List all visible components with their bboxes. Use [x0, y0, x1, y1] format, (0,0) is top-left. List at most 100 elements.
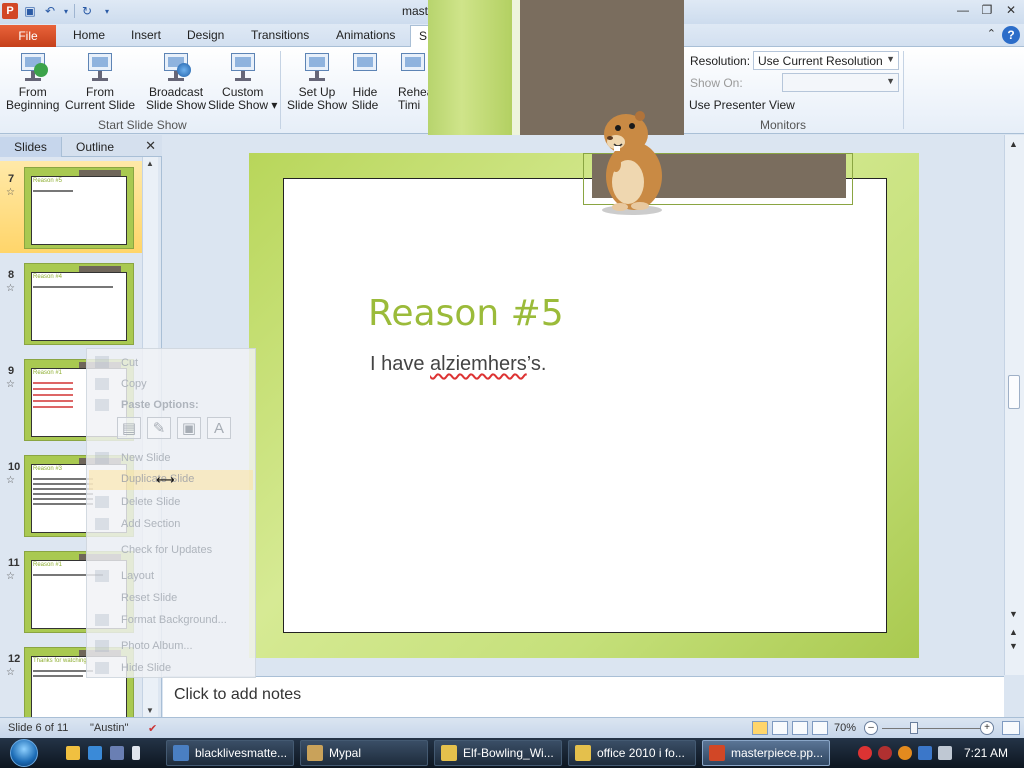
paste-source-icon[interactable]: ✎ — [147, 417, 171, 439]
slide-sorter-icon[interactable] — [772, 721, 788, 735]
minimize-ribbon-icon[interactable]: ⌃ — [987, 27, 996, 40]
menu-item-format-background[interactable]: Format Background... — [121, 614, 227, 626]
body-text-pre: I have — [370, 353, 431, 375]
fit-slide-icon[interactable] — [1002, 721, 1020, 735]
security-alert-icon[interactable] — [858, 746, 872, 760]
current-slide[interactable]: Reason #5 I have alziemhers’s. — [249, 153, 919, 658]
zoom-slider-knob[interactable] — [910, 722, 918, 734]
zoom-out-icon[interactable]: – — [864, 721, 878, 735]
tab-design[interactable]: Design — [187, 28, 224, 42]
scroll-up-icon[interactable]: ▲ — [1009, 139, 1018, 149]
scroll-thumb[interactable] — [1008, 375, 1020, 409]
slide-thumbnail[interactable]: 8 ☆ Reason #4 — [0, 257, 142, 349]
menu-item-cut[interactable]: Cut — [121, 357, 138, 369]
taskbar-button-active[interactable]: masterpiece.pp... — [702, 740, 830, 766]
folder-icon — [575, 745, 591, 761]
set-up-slide-show-button[interactable]: Set Up Slide Show — [287, 51, 347, 112]
menu-item-photo-album[interactable]: Photo Album... — [121, 640, 193, 652]
close-icon[interactable]: ✕ — [145, 138, 156, 154]
divider — [903, 51, 904, 129]
taskbar-button[interactable]: office 2010 i fo... — [568, 740, 696, 766]
customize-qat-icon[interactable]: ▾ — [99, 3, 115, 19]
search-icon[interactable] — [898, 746, 912, 760]
slide-vertical-scrollbar[interactable]: ▲ ▼ ▲ ▼ — [1004, 135, 1024, 675]
minimize-icon[interactable]: — — [956, 3, 970, 17]
menu-item-layout[interactable]: Layout — [121, 570, 154, 582]
volume-icon[interactable] — [938, 746, 952, 760]
previous-slide-icon[interactable]: ▲ — [1009, 627, 1018, 637]
help-icon[interactable]: ? — [1002, 26, 1020, 44]
slide-thumbnail[interactable]: 7 ☆ Reason #5 — [0, 161, 142, 253]
undo-dropdown-icon[interactable]: ▾ — [62, 3, 70, 19]
custom-slide-show-button[interactable]: Custom Slide Show ▾ — [208, 51, 277, 112]
save-icon[interactable]: ▣ — [22, 3, 38, 19]
zoom-in-icon[interactable]: + — [980, 721, 994, 735]
layout-icon — [95, 570, 109, 582]
from-beginning-button[interactable]: From Beginning — [6, 51, 59, 112]
slide-number: 8 — [8, 269, 15, 281]
resolution-dropdown[interactable]: Use Current Resolution ▼ — [753, 51, 899, 70]
browser-icon[interactable] — [88, 746, 102, 760]
paste-text-only-icon[interactable]: A — [207, 417, 231, 439]
tab-home[interactable]: Home — [73, 28, 105, 42]
menu-item-hide-slide[interactable]: Hide Slide — [121, 662, 171, 674]
from-current-slide-button[interactable]: From Current Slide — [65, 51, 135, 112]
zoom-slider-track[interactable] — [882, 728, 982, 729]
hamster-desktop-pet[interactable] — [588, 108, 670, 216]
network-icon[interactable] — [918, 746, 932, 760]
menu-item-copy[interactable]: Copy — [121, 378, 147, 390]
normal-view-icon[interactable] — [752, 721, 768, 735]
slide-title[interactable]: Reason #5 — [368, 293, 564, 334]
slide-body-text[interactable]: I have alziemhers’s. — [370, 353, 546, 376]
scroll-down-icon[interactable]: ▼ — [146, 706, 154, 715]
paste-destination-icon[interactable]: ▤ — [117, 417, 141, 439]
redo-icon[interactable]: ↻ — [79, 3, 95, 19]
scroll-up-icon[interactable]: ▲ — [146, 159, 154, 168]
reading-view-icon[interactable] — [792, 721, 808, 735]
taskbar-button[interactable]: Elf-Bowling_Wi... — [434, 740, 562, 766]
slide-count: Slide 6 of 11 — [8, 722, 69, 734]
tab-insert[interactable]: Insert — [131, 28, 161, 42]
taskbar-button[interactable]: Mypal — [300, 740, 428, 766]
paste-options-row: ▤ ✎ ▣ A — [117, 417, 231, 439]
tab-transitions[interactable]: Transitions — [251, 28, 309, 42]
desktop-icon[interactable] — [110, 746, 124, 760]
tab-outline[interactable]: Outline — [64, 137, 126, 157]
zoom-level[interactable]: 70% — [834, 722, 856, 734]
thumb-title: Reason #4 — [33, 274, 63, 280]
menu-item-reset-slide[interactable]: Reset Slide — [121, 592, 177, 604]
restore-icon[interactable]: ❐ — [980, 3, 994, 17]
use-presenter-view-checkbox[interactable]: Use Presenter View — [689, 98, 795, 112]
tab-file[interactable]: File — [0, 25, 56, 47]
menu-item-add-section[interactable]: Add Section — [121, 518, 180, 530]
tab-slides[interactable]: Slides — [0, 137, 62, 157]
hide-slide-button[interactable]: Hide Slide — [350, 51, 380, 112]
antivirus-icon[interactable] — [878, 746, 892, 760]
copy-icon — [95, 378, 109, 390]
menu-item-delete-slide[interactable]: Delete Slide — [121, 496, 180, 508]
paste-picture-icon[interactable]: ▣ — [177, 417, 201, 439]
tab-animations[interactable]: Animations — [336, 28, 395, 42]
windows-taskbar: blacklivesmatte... Mypal Elf-Bowling_Wi.… — [0, 738, 1024, 768]
taskbar-button[interactable]: blacklivesmatte... — [166, 740, 294, 766]
powerpoint-logo-icon[interactable]: P — [2, 3, 18, 19]
notes-pane[interactable]: Click to add notes — [163, 676, 1004, 717]
clock[interactable]: 7:21 AM — [964, 746, 1008, 760]
slideshow-current-icon — [85, 51, 115, 83]
start-button[interactable] — [4, 738, 44, 768]
delete-slide-icon — [95, 496, 109, 508]
folder-icon[interactable] — [66, 746, 80, 760]
menu-item-check-for-updates[interactable]: Check for Updates — [121, 544, 212, 556]
close-icon[interactable]: ✕ — [1004, 3, 1018, 17]
undo-icon[interactable]: ↶ — [42, 3, 58, 19]
broadcast-slide-show-button[interactable]: Broadcast Slide Show — [146, 51, 206, 112]
spelling-check-icon[interactable]: ✔ — [148, 722, 157, 735]
mypal-icon — [307, 745, 323, 761]
chevron-icon[interactable] — [132, 746, 140, 760]
scroll-down-icon[interactable]: ▼ — [1009, 609, 1018, 619]
next-slide-icon[interactable]: ▼ — [1009, 641, 1018, 651]
slide-show-view-icon[interactable] — [812, 721, 828, 735]
taskbar-button-label: blacklivesmatte... — [195, 746, 288, 760]
broadcast-globe-icon — [161, 51, 192, 83]
menu-item-new-slide[interactable]: New Slide — [121, 452, 171, 464]
